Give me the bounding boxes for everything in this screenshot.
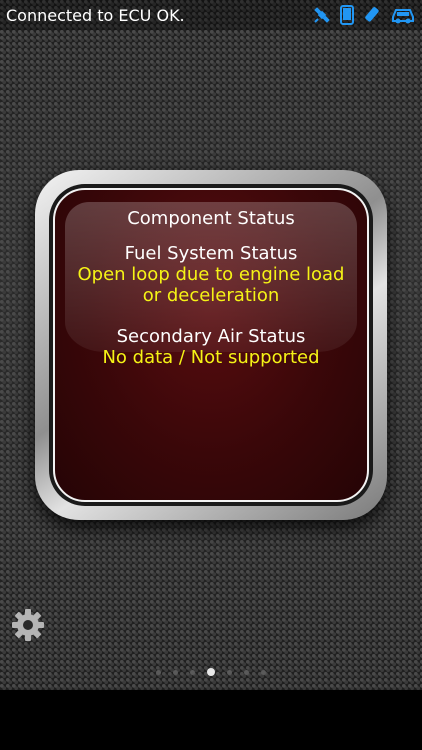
car-icon (390, 5, 416, 25)
page-dot[interactable] (227, 669, 232, 675)
gauge-content: Component Status Fuel System Status Open… (55, 208, 367, 388)
page-dot[interactable] (244, 669, 249, 675)
status-icons (312, 5, 416, 25)
phone-icon (340, 5, 354, 25)
page-dot[interactable] (190, 669, 195, 675)
secondary-air-label: Secondary Air Status (116, 326, 306, 347)
gauge-bezel: Component Status Fuel System Status Open… (49, 184, 373, 506)
fuel-system-section: Fuel System Status Open loop due to engi… (55, 243, 367, 306)
page-indicator[interactable] (0, 668, 422, 676)
bluetooth-icon (362, 5, 382, 25)
page-dot[interactable] (261, 669, 266, 675)
secondary-air-value: No data / Not supported (102, 347, 320, 368)
gauge-face: Component Status Fuel System Status Open… (53, 188, 369, 502)
gear-icon[interactable] (8, 605, 48, 645)
satellite-icon (312, 5, 332, 25)
fuel-system-value-line1: Open loop due to engine load (77, 264, 345, 285)
secondary-air-section: Secondary Air Status No data / Not suppo… (55, 326, 367, 368)
page-dot[interactable] (173, 669, 178, 675)
page-dot[interactable] (156, 669, 161, 675)
status-bar: Connected to ECU OK. (0, 0, 422, 30)
fuel-system-value-line2: or deceleration (142, 285, 280, 306)
gauge-title: Component Status (127, 208, 295, 229)
app-screen: Connected to ECU OK. Component Status Fu… (0, 0, 422, 690)
connection-status-text: Connected to ECU OK. (6, 5, 185, 25)
component-status-gauge[interactable]: Component Status Fuel System Status Open… (35, 170, 387, 520)
navigation-bar (0, 690, 422, 750)
page-dot[interactable] (207, 668, 215, 676)
fuel-system-label: Fuel System Status (124, 243, 298, 264)
